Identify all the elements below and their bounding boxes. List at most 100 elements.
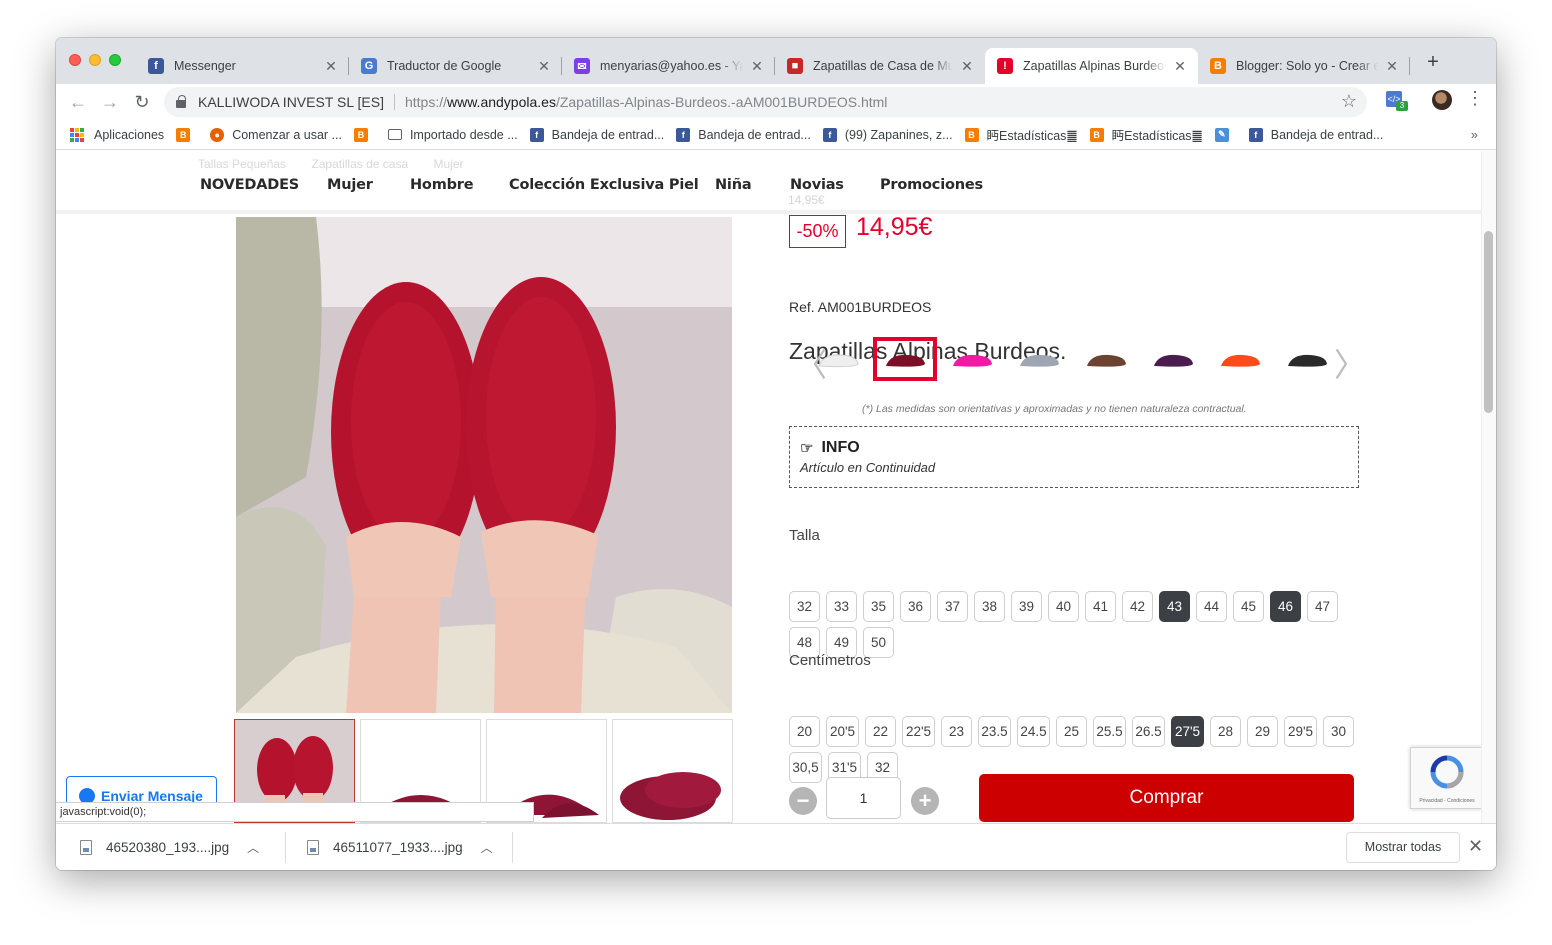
bookmarks-overflow-icon[interactable]: » [1471, 127, 1478, 142]
nav-novedades[interactable]: NOVEDADES [200, 177, 299, 193]
browser-tab[interactable]: B Blogger: Solo yo - Crear en ✕ [1198, 48, 1410, 84]
nav-novias[interactable]: Novias [790, 177, 844, 193]
bookmark-item[interactable]: Importado desde ... [387, 128, 518, 142]
bookmark-item[interactable]: f (99) Zapanines, z... [822, 127, 953, 142]
nav-promociones[interactable]: Promociones [880, 177, 983, 193]
show-all-downloads-button[interactable]: Mostrar todas [1346, 832, 1460, 863]
bookmark-item[interactable]: Aplicaciones [70, 127, 164, 142]
window-maximize-button[interactable] [109, 54, 121, 66]
size-option[interactable]: 39 [1011, 591, 1042, 622]
size-option[interactable]: 38 [974, 591, 1005, 622]
cm-option[interactable]: 25 [1056, 716, 1087, 747]
bookmark-item[interactable]: B 眄Estadísticas䷀ [964, 125, 1078, 144]
window-close-button[interactable] [69, 54, 81, 66]
cm-option[interactable]: 27'5 [1171, 716, 1204, 747]
cm-option[interactable]: 20 [789, 716, 820, 747]
nav-coleccion-piel[interactable]: Colección Exclusiva Piel [509, 177, 699, 193]
recaptcha-terms[interactable]: Privacidad - Condiciones [1411, 798, 1483, 804]
cm-option[interactable]: 29'5 [1284, 716, 1317, 747]
size-option[interactable]: 35 [863, 591, 894, 622]
download-item[interactable]: 46520380_193....jpg ︿ [80, 824, 259, 870]
thumbnail-4[interactable] [612, 719, 733, 823]
nav-mujer[interactable]: Mujer [327, 177, 373, 193]
chevron-up-icon[interactable]: ︿ [481, 839, 493, 856]
tab-close-icon[interactable]: ✕ [323, 58, 339, 74]
tab-close-icon[interactable]: ✕ [959, 58, 975, 74]
cm-option[interactable]: 20'5 [826, 716, 859, 747]
quantity-increase-button[interactable]: + [911, 787, 939, 815]
cm-option[interactable]: 29 [1247, 716, 1278, 747]
bookmark-item[interactable]: ● Comenzar a usar ... [210, 127, 342, 142]
quantity-decrease-button[interactable]: − [789, 787, 817, 815]
size-option[interactable]: 47 [1307, 591, 1338, 622]
size-option[interactable]: 40 [1048, 591, 1079, 622]
bookmark-star-icon[interactable]: ☆ [1341, 91, 1357, 112]
cm-option[interactable]: 23 [941, 716, 972, 747]
size-option[interactable]: 43 [1159, 591, 1190, 622]
bookmark-item[interactable]: ✎ [1214, 127, 1237, 142]
tab-close-icon[interactable]: ✕ [1384, 58, 1400, 74]
extension-button[interactable]: </> 3 [1386, 91, 1408, 113]
new-tab-button[interactable]: + [1422, 52, 1444, 74]
size-option[interactable]: 44 [1196, 591, 1227, 622]
tab-close-icon[interactable]: ✕ [536, 58, 552, 74]
color-swatch-brown-slipper[interactable] [1074, 337, 1138, 381]
bookmark-item[interactable]: f Bandeja de entrad... [529, 127, 664, 142]
quantity-input[interactable]: 1 [826, 777, 901, 819]
chevron-up-icon[interactable]: ︿ [247, 839, 259, 856]
size-option[interactable]: 42 [1122, 591, 1153, 622]
size-option[interactable]: 32 [789, 591, 820, 622]
color-swatch-black-slipper[interactable] [1275, 337, 1339, 381]
cm-option[interactable]: 28 [1210, 716, 1241, 747]
size-option[interactable]: 45 [1233, 591, 1264, 622]
color-swatch-burgundy-slipper[interactable] [873, 337, 937, 381]
close-downloads-icon[interactable]: ✕ [1468, 836, 1483, 857]
nav-nina[interactable]: Niña [715, 177, 752, 193]
bookmark-item[interactable]: B [176, 127, 198, 142]
color-swatch-white-slipper[interactable] [806, 337, 870, 381]
tab-close-icon[interactable]: ✕ [749, 58, 765, 74]
color-swatch-orange-slipper[interactable] [1208, 337, 1272, 381]
forward-button[interactable]: → [98, 90, 122, 114]
cm-option[interactable]: 30,5 [789, 752, 822, 783]
back-button[interactable]: ← [66, 90, 90, 114]
recaptcha-badge[interactable]: Privacidad - Condiciones [1410, 747, 1482, 809]
product-main-image[interactable] [236, 217, 732, 713]
cm-option[interactable]: 30 [1323, 716, 1354, 747]
cm-option[interactable]: 24.5 [1017, 716, 1050, 747]
size-option[interactable]: 37 [937, 591, 968, 622]
cm-option[interactable]: 26.5 [1132, 716, 1165, 747]
buy-button[interactable]: Comprar [979, 774, 1354, 822]
cm-option[interactable]: 23.5 [978, 716, 1011, 747]
cm-option[interactable]: 22'5 [902, 716, 935, 747]
bookmark-item[interactable]: f Bandeja de entrad... [1248, 127, 1383, 142]
reload-button[interactable]: ↻ [130, 90, 154, 114]
size-option[interactable]: 36 [900, 591, 931, 622]
size-option[interactable]: 46 [1270, 591, 1301, 622]
bookmark-item[interactable]: f Bandeja de entrad... [676, 127, 811, 142]
download-item[interactable]: 46511077_1933....jpg ︿ [307, 824, 493, 870]
browser-tab[interactable]: G Traductor de Google ✕ [349, 48, 562, 84]
cm-option[interactable]: 22 [865, 716, 896, 747]
profile-avatar[interactable] [1432, 90, 1452, 110]
browser-tab[interactable]: ✉ menyarias@yahoo.es - Yahoo ✕ [562, 48, 775, 84]
page-scrollbar[interactable] [1481, 151, 1496, 823]
browser-menu-icon[interactable]: ⋮ [1466, 88, 1484, 109]
browser-tab[interactable]: ! Zapatillas Alpinas Burdeos ✕ [985, 48, 1198, 84]
size-option[interactable]: 41 [1085, 591, 1116, 622]
cm-option[interactable]: 25.5 [1093, 716, 1126, 747]
scrollbar-thumb[interactable] [1484, 231, 1493, 413]
color-swatch-grey-slipper[interactable] [1007, 337, 1071, 381]
carousel-next-icon[interactable]: 〉 [1334, 340, 1366, 386]
window-minimize-button[interactable] [89, 54, 101, 66]
browser-tab[interactable]: ■ Zapatillas de Casa de Mujer ✕ [775, 48, 985, 84]
bookmark-item[interactable]: B [353, 127, 376, 142]
bookmark-item[interactable]: B 眄Estadísticas䷀ [1089, 125, 1203, 144]
address-bar[interactable]: KALLIWODA INVEST SL [ES] https://www.and… [164, 87, 1367, 117]
browser-tab[interactable]: f Messenger ✕ [136, 48, 349, 84]
color-swatch-purple-slipper[interactable] [1141, 337, 1205, 381]
nav-hombre[interactable]: Hombre [410, 177, 474, 193]
size-option[interactable]: 33 [826, 591, 857, 622]
color-swatch-pink-slipper[interactable] [940, 337, 1004, 381]
tab-close-icon[interactable]: ✕ [1172, 58, 1188, 74]
